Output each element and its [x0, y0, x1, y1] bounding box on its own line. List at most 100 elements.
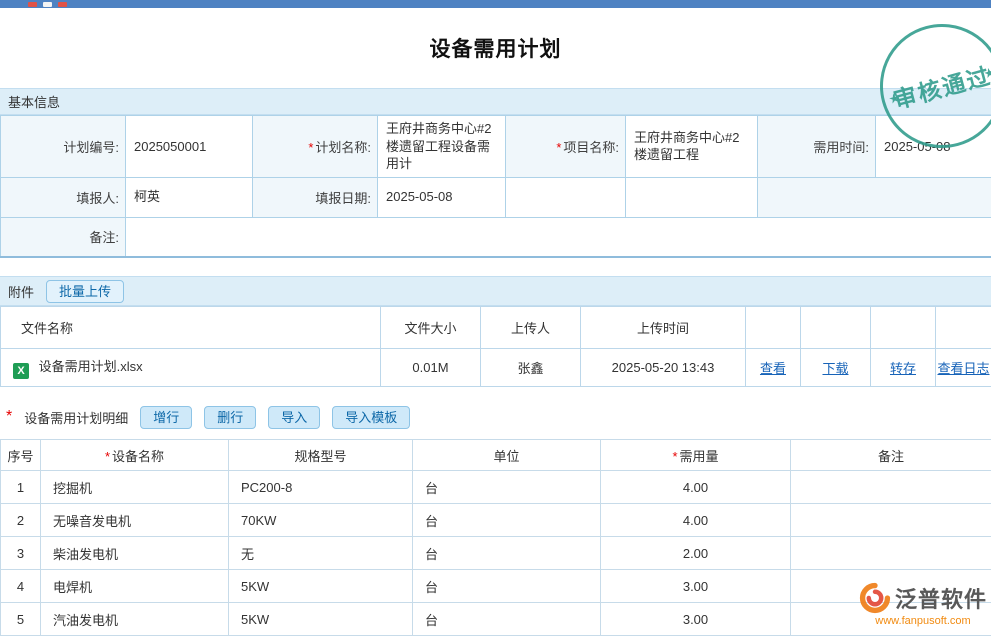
download-link[interactable]: 下载	[822, 361, 848, 376]
required-marker: *	[6, 408, 12, 426]
topbar-icon	[28, 2, 37, 7]
empty-header	[746, 307, 801, 349]
view-log-link[interactable]: 查看日志	[937, 361, 989, 376]
detail-row: 3 柴油发电机 无 台 2.00	[1, 537, 991, 570]
basic-info-table: 计划编号: 2025050001 *计划名称: 王府井商务中心#2楼遗留工程设备…	[0, 115, 991, 258]
quantity-cell[interactable]: 2.00	[601, 537, 791, 570]
spec-cell[interactable]: PC200-8	[229, 471, 413, 504]
brand-website: www.fanpusoft.com	[859, 615, 987, 627]
row-index: 1	[1, 471, 41, 504]
unit-cell[interactable]: 台	[413, 471, 601, 504]
page-title: 设备需用计划	[430, 33, 562, 63]
basic-info-row: 计划编号: 2025050001 *计划名称: 王府井商务中心#2楼遗留工程设备…	[1, 116, 991, 178]
required-marker: *	[105, 449, 110, 464]
detail-row: 4 电焊机 5KW 台 3.00	[1, 570, 991, 603]
quantity-header: 需用量	[680, 449, 719, 464]
page-header: 设备需用计划	[0, 8, 991, 88]
remark-label: 备注:	[89, 230, 119, 245]
reporter-value: 柯英	[126, 177, 253, 217]
basic-info-title: 基本信息	[8, 92, 60, 111]
plan-name-value: 王府井商务中心#2楼遗留工程设备需用计	[378, 116, 506, 178]
upload-time-header: 上传时间	[581, 307, 746, 349]
need-time-value: 2025-05-08	[876, 116, 991, 178]
attachment-file-size: 0.01M	[381, 349, 481, 387]
detail-table: 序号 *设备名称 规格型号 单位 *需用量 备注 1 挖掘机 PC200-8 台…	[0, 439, 991, 636]
report-date-label: 填报日期:	[315, 191, 371, 206]
fanpu-watermark: 泛普软件 www.fanpusoft.com	[859, 582, 987, 627]
empty-cell	[626, 177, 758, 217]
remark-value	[126, 217, 991, 257]
empty-header	[936, 307, 991, 349]
import-button[interactable]: 导入	[268, 406, 320, 429]
unit-cell[interactable]: 台	[413, 537, 601, 570]
index-header: 序号	[1, 440, 41, 471]
import-template-button[interactable]: 导入模板	[332, 406, 410, 429]
top-bar	[0, 0, 991, 8]
required-marker: *	[308, 140, 313, 155]
row-index: 2	[1, 504, 41, 537]
attachment-upload-time: 2025-05-20 13:43	[581, 349, 746, 387]
device-name-cell[interactable]: 无噪音发电机	[41, 504, 229, 537]
plan-no-label: 计划编号:	[63, 140, 119, 155]
remark-header: 备注	[791, 440, 991, 471]
basic-info-row: 填报人: 柯英 填报日期: 2025-05-08	[1, 177, 991, 217]
basic-info-section-header: 基本信息	[0, 88, 991, 115]
unit-cell[interactable]: 台	[413, 570, 601, 603]
attachment-row: X 设备需用计划.xlsx 0.01M 张鑫 2025-05-20 13:43 …	[1, 349, 991, 387]
transfer-link[interactable]: 转存	[890, 361, 916, 376]
attachments-header-row: 文件名称 文件大小 上传人 上传时间	[1, 307, 991, 349]
attachments-title: 附件	[8, 282, 34, 301]
device-name-cell[interactable]: 电焊机	[41, 570, 229, 603]
detail-row: 1 挖掘机 PC200-8 台 4.00	[1, 471, 991, 504]
uploader-header: 上传人	[481, 307, 581, 349]
quantity-cell[interactable]: 4.00	[601, 471, 791, 504]
need-time-label: 需用时间:	[813, 140, 869, 155]
unit-header: 单位	[413, 440, 601, 471]
brand-name: 泛普软件	[895, 582, 987, 614]
topbar-icon	[58, 2, 67, 7]
basic-info-row: 备注:	[1, 217, 991, 257]
empty-cell	[758, 177, 991, 217]
file-size-header: 文件大小	[381, 307, 481, 349]
spec-cell[interactable]: 70KW	[229, 504, 413, 537]
plan-name-label: 计划名称:	[315, 140, 371, 155]
project-name-value: 王府井商务中心#2楼遗留工程	[626, 116, 758, 178]
topbar-icon	[43, 2, 52, 7]
fanpu-logo-icon	[859, 582, 891, 614]
report-date-value: 2025-05-08	[378, 177, 506, 217]
row-index: 3	[1, 537, 41, 570]
spec-header: 规格型号	[229, 440, 413, 471]
device-name-cell[interactable]: 挖掘机	[41, 471, 229, 504]
detail-section-title: 设备需用计划明细	[24, 408, 128, 427]
empty-cell	[506, 177, 626, 217]
add-row-button[interactable]: 增行	[140, 406, 192, 429]
quantity-cell[interactable]: 4.00	[601, 504, 791, 537]
empty-header	[801, 307, 871, 349]
detail-header-row: 序号 *设备名称 规格型号 单位 *需用量 备注	[1, 440, 991, 471]
unit-cell[interactable]: 台	[413, 504, 601, 537]
spec-cell[interactable]: 无	[229, 537, 413, 570]
attachments-table: 文件名称 文件大小 上传人 上传时间 X 设备需用计划.xlsx 0.01M 张…	[0, 306, 991, 387]
view-link[interactable]: 查看	[760, 361, 786, 376]
detail-row: 2 无噪音发电机 70KW 台 4.00	[1, 504, 991, 537]
device-name-cell[interactable]: 柴油发电机	[41, 537, 229, 570]
row-index: 4	[1, 570, 41, 603]
plan-no-value: 2025050001	[126, 116, 253, 178]
reporter-label: 填报人:	[76, 191, 119, 206]
device-name-header: 设备名称	[112, 449, 164, 464]
delete-row-button[interactable]: 删行	[204, 406, 256, 429]
spec-cell[interactable]: 5KW	[229, 570, 413, 603]
remark-cell[interactable]	[791, 537, 991, 570]
project-name-label: 项目名称:	[563, 140, 619, 155]
quantity-cell[interactable]: 3.00	[601, 570, 791, 603]
required-marker: *	[556, 140, 561, 155]
attachments-section-header: 附件 批量上传	[0, 276, 991, 306]
attachment-uploader: 张鑫	[481, 349, 581, 387]
remark-cell[interactable]	[791, 471, 991, 504]
empty-header	[871, 307, 936, 349]
remark-cell[interactable]	[791, 504, 991, 537]
attachment-file-name: 设备需用计划.xlsx	[39, 359, 143, 374]
excel-icon: X	[13, 363, 29, 379]
required-marker: *	[672, 449, 677, 464]
batch-upload-button[interactable]: 批量上传	[46, 280, 124, 303]
